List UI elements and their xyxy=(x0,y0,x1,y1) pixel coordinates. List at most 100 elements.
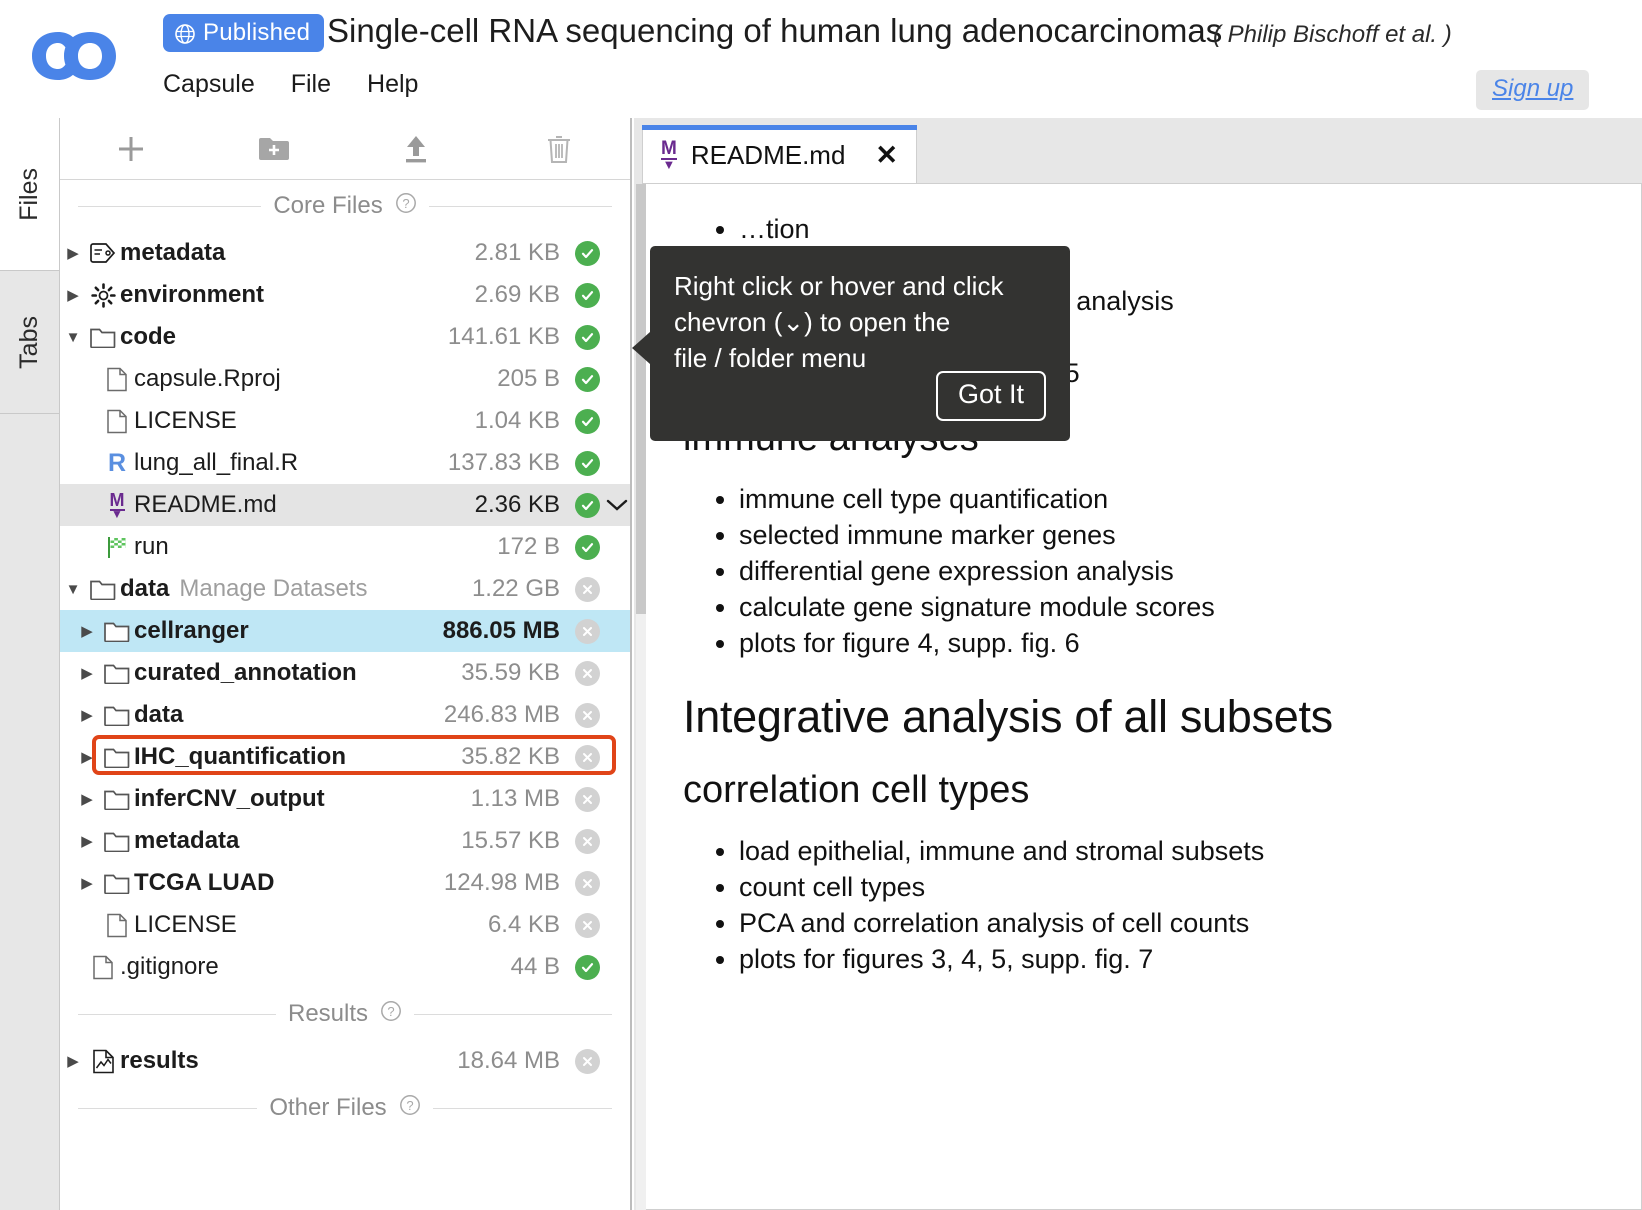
collapse-caret-icon[interactable]: ▼ xyxy=(60,581,86,598)
sign-up-button[interactable]: Sign up xyxy=(1476,70,1590,110)
tab-label: README.md xyxy=(690,139,846,170)
delete-button[interactable] xyxy=(488,118,631,180)
file-row[interactable]: ▶ data 246.83 MB xyxy=(60,694,630,736)
file-row[interactable]: run 172 B xyxy=(60,526,630,568)
file-status xyxy=(570,492,604,518)
file-status xyxy=(570,1048,604,1074)
file-status xyxy=(570,324,604,350)
file-status xyxy=(570,744,604,770)
dataset-remove-icon[interactable] xyxy=(574,660,600,686)
folder-icon xyxy=(104,874,130,894)
folder-icon xyxy=(104,790,130,810)
file-row[interactable]: capsule.Rproj 205 B xyxy=(60,358,630,400)
collapse-caret-icon[interactable]: ▼ xyxy=(60,329,86,346)
divider-left xyxy=(78,1013,276,1015)
dataset-remove-icon[interactable] xyxy=(574,1048,600,1074)
rail-tab-files[interactable]: Files xyxy=(0,118,59,271)
file-size: 172 B xyxy=(497,533,560,560)
section-other-files-label: Other Files xyxy=(269,1094,387,1121)
file-icon xyxy=(100,367,134,392)
close-icon[interactable]: ✕ xyxy=(875,141,898,169)
question-circle-icon[interactable]: ? xyxy=(395,192,417,221)
tab-active-indicator xyxy=(642,125,917,130)
file-status xyxy=(570,366,604,392)
dataset-remove-icon[interactable] xyxy=(574,618,600,644)
file-row[interactable]: ▶ cellranger 886.05 MB xyxy=(60,610,630,652)
tab-readme-md[interactable]: M ▼ README.md ✕ xyxy=(642,125,917,184)
sign-up-link[interactable]: Sign up xyxy=(1492,75,1573,102)
expand-caret-icon[interactable]: ▶ xyxy=(74,706,100,724)
menu-item-help[interactable]: Help xyxy=(367,70,418,99)
file-row[interactable]: LICENSE 6.4 KB xyxy=(60,904,630,946)
menu-item-capsule[interactable]: Capsule xyxy=(163,70,255,99)
editor-scrollbar-thumb[interactable] xyxy=(636,184,646,614)
got-it-button[interactable]: Got It xyxy=(935,371,1046,421)
file-row[interactable]: ▶ metadata 2.81 KB xyxy=(60,232,630,274)
gear-icon xyxy=(86,282,120,308)
expand-caret-icon[interactable]: ▶ xyxy=(74,874,100,892)
file-size: 15.57 KB xyxy=(461,827,560,854)
file-row[interactable]: ▼ data Manage Datasets 1.22 GB xyxy=(60,568,630,610)
expand-caret-icon[interactable]: ▶ xyxy=(60,244,86,262)
dataset-remove-icon[interactable] xyxy=(574,744,600,770)
expand-caret-icon[interactable]: ▶ xyxy=(74,664,100,682)
add-folder-button[interactable] xyxy=(203,118,346,180)
file-row[interactable]: .gitignore 44 B xyxy=(60,946,630,988)
expand-caret-icon[interactable]: ▶ xyxy=(74,790,100,808)
file-status xyxy=(570,618,604,644)
expand-caret-icon[interactable]: ▶ xyxy=(74,622,100,640)
folder-icon xyxy=(104,664,130,684)
file-row[interactable]: Rlung_all_final.R 137.83 KB xyxy=(60,442,630,484)
code-ocean-logo[interactable] xyxy=(28,22,120,90)
dataset-remove-icon[interactable] xyxy=(574,576,600,602)
flag-icon xyxy=(100,535,134,559)
file-row[interactable]: ▶ results 18.64 MB xyxy=(60,1040,630,1082)
expand-caret-icon[interactable]: ▶ xyxy=(74,748,100,766)
file-row[interactable]: LICENSE 1.04 KB xyxy=(60,400,630,442)
file-menu-chevron-icon[interactable] xyxy=(604,498,630,512)
file-status xyxy=(570,954,604,980)
upload-button[interactable] xyxy=(345,118,488,180)
file-row[interactable]: ▶ metadata 15.57 KB xyxy=(60,820,630,862)
expand-caret-icon[interactable]: ▶ xyxy=(60,286,86,304)
tag-icon xyxy=(86,242,120,264)
manage-datasets-link[interactable]: Manage Datasets xyxy=(179,575,367,602)
question-circle-icon[interactable]: ? xyxy=(399,1094,421,1123)
file-status xyxy=(570,912,604,938)
expand-caret-icon[interactable]: ▶ xyxy=(74,832,100,850)
file-row[interactable]: ▶ IHC_quantification 35.82 KB xyxy=(60,736,630,778)
file-icon xyxy=(107,913,127,937)
folder-icon xyxy=(100,830,134,852)
status-ok-icon xyxy=(574,282,600,308)
readme-list-item: PCA and correlation analysis of cell cou… xyxy=(739,906,1601,941)
add-file-button[interactable] xyxy=(60,118,203,180)
file-name: metadata xyxy=(120,239,226,266)
file-row[interactable]: ▶ inferCNV_output 1.13 MB xyxy=(60,778,630,820)
dataset-remove-icon[interactable] xyxy=(574,702,600,728)
dataset-remove-icon[interactable] xyxy=(574,786,600,812)
file-size: 44 B xyxy=(510,953,560,980)
page-title: Single-cell RNA sequencing of human lung… xyxy=(327,12,1223,49)
file-status xyxy=(570,282,604,308)
expand-caret-icon[interactable]: ▶ xyxy=(60,1052,86,1070)
svg-text:?: ? xyxy=(402,196,409,211)
file-row[interactable]: M ▼ README.md 2.36 KB xyxy=(60,484,630,526)
file-row[interactable]: ▶ curated_annotation 35.59 KB xyxy=(60,652,630,694)
file-name: code xyxy=(120,323,177,350)
dataset-remove-icon[interactable] xyxy=(574,912,600,938)
tag-icon xyxy=(90,243,116,263)
readme-list-item: immune cell type quantification xyxy=(739,482,1601,517)
file-row[interactable]: ▶ TCGA LUAD 124.98 MB xyxy=(60,862,630,904)
rail-tab-tabs[interactable]: Tabs xyxy=(0,271,59,414)
divider-left xyxy=(78,1107,258,1109)
file-size: 205 B xyxy=(497,365,560,392)
file-row[interactable]: ▶ environment 2.69 KB xyxy=(60,274,630,316)
flag-icon xyxy=(108,537,126,558)
file-row[interactable]: ▼ code 141.61 KB xyxy=(60,316,630,358)
dataset-remove-icon[interactable] xyxy=(574,870,600,896)
file-name: .gitignore xyxy=(120,953,219,980)
dataset-remove-icon[interactable] xyxy=(574,828,600,854)
menu-item-file[interactable]: File xyxy=(291,70,331,99)
file-size: 2.69 KB xyxy=(474,281,560,308)
question-circle-icon[interactable]: ? xyxy=(380,1000,402,1029)
